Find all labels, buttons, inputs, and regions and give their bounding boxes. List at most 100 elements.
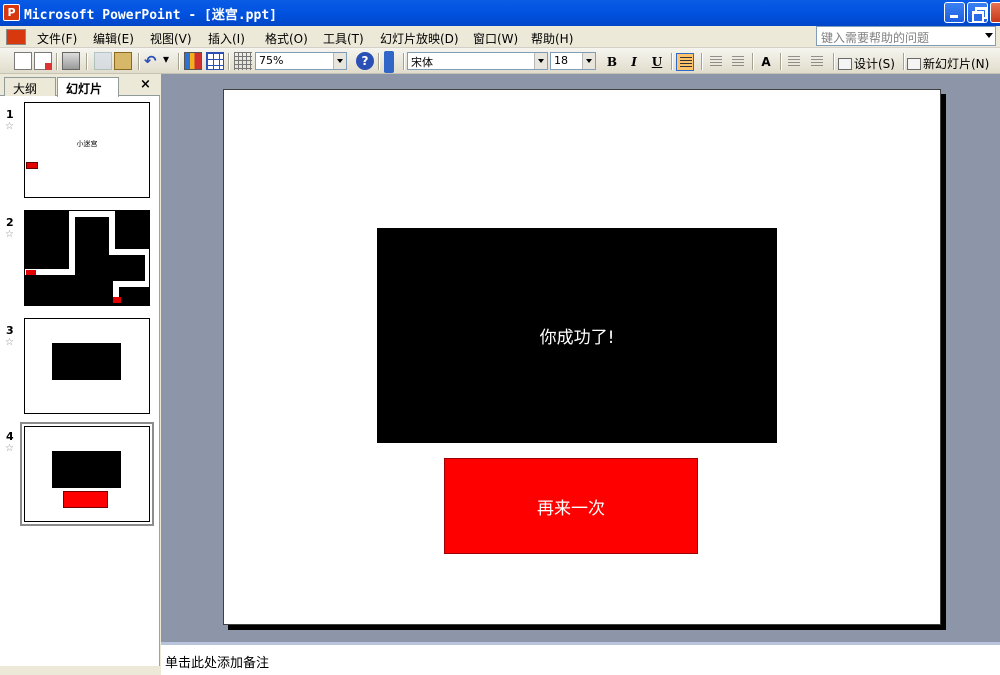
animation-star-icon: ☆ [5,337,14,348]
print-icon[interactable] [62,52,80,70]
toolbar-separator [903,53,904,70]
slide-thumbnail-2[interactable] [24,210,150,306]
pane-tabs: 大纲 幻灯片 × [0,74,160,97]
chevron-down-icon[interactable] [985,33,993,38]
new-slide-label: 新幻灯片(N) [923,57,990,71]
font-size-select[interactable]: 18 [550,52,596,70]
help-icon[interactable]: ? [356,52,374,70]
zoom-value: 75% [259,54,284,67]
font-name-value: 宋体 [411,56,433,69]
zoom-select[interactable]: 75% [255,52,347,70]
insert-chart-icon[interactable] [184,52,202,70]
align-left-icon [680,57,692,68]
increase-indent-button[interactable] [808,53,826,71]
slide-number: 3 [6,324,14,337]
slide-number: 2 [6,216,14,229]
numbered-list-icon [710,56,722,67]
toolbar-options-handle[interactable] [384,51,394,73]
new-slide-icon [907,58,921,70]
menu-tools[interactable]: 工具(T) [323,30,364,47]
design-label: 设计(S) [854,57,895,71]
menu-view[interactable]: 视图(V) [150,30,192,47]
vertical-scrollbar[interactable] [941,74,1000,642]
toolbar-separator [56,53,57,70]
chevron-down-icon[interactable] [582,53,595,69]
animation-star-icon: ☆ [5,229,14,240]
bullet-list-button[interactable] [729,53,747,71]
toolbar-separator [752,53,753,70]
close-window-button[interactable] [990,2,1000,23]
help-question-input[interactable]: 键入需要帮助的问题 [816,26,996,46]
decrease-indent-icon [788,56,800,67]
toolbar-separator [178,53,179,70]
thumb-red-button [63,491,108,508]
title-bar: P Microsoft PowerPoint - [迷宫.ppt] [0,0,1000,26]
slide-number: 1 [6,108,14,121]
powerpoint-app-icon[interactable]: P [3,4,20,21]
align-left-button[interactable] [676,53,694,71]
thumb-title: 小迷宫 [76,140,98,148]
toolbar-separator [701,53,702,70]
toolbar-separator [228,53,229,70]
design-button[interactable]: 设计(S) [838,55,895,72]
thumb-black-box [52,343,121,380]
view-buttons[interactable] [0,666,160,675]
menu-format[interactable]: 格式(O) [265,30,308,47]
maze-thumbnail [25,211,149,303]
tab-slides[interactable]: 幻灯片 [57,77,119,97]
insert-table-icon[interactable] [206,52,224,70]
window-title: Microsoft PowerPoint - [迷宫.ppt] [24,8,277,23]
notes-pane[interactable]: 单击此处添加备注 [161,642,1000,675]
font-name-select[interactable]: 宋体 [407,52,548,70]
toolbar-separator [138,53,139,70]
thumb-black-box [52,451,121,488]
menu-window[interactable]: 窗口(W) [473,30,518,47]
menu-edit[interactable]: 编辑(E) [93,30,134,47]
toolbar-separator [671,53,672,70]
toolbar-separator [833,53,834,70]
slide-thumbnail-1[interactable]: 小迷宫 [24,102,150,198]
paste-icon[interactable] [114,52,132,70]
restore-button[interactable] [967,2,988,23]
bold-button[interactable]: B [603,53,621,71]
document-menu-icon[interactable] [6,29,26,45]
italic-button[interactable]: I [625,53,643,71]
tab-outline[interactable]: 大纲 [4,77,56,96]
animation-star-icon: ☆ [5,121,14,132]
underline-button[interactable]: U [648,53,666,71]
new-slide-button[interactable]: 新幻灯片(N) [907,55,989,72]
new-document-icon[interactable] [14,52,32,70]
menu-help[interactable]: 帮助(H) [531,30,573,47]
toolbar-separator [86,53,87,70]
success-text-box[interactable]: 你成功了! [377,228,777,443]
bullet-list-icon [732,56,744,67]
undo-icon[interactable]: ↶ [144,52,162,70]
toolbar-separator [378,53,379,70]
slide-thumbnail-3[interactable] [24,318,150,414]
menu-slideshow[interactable]: 幻灯片放映(D) [380,30,459,47]
copy-icon[interactable] [94,52,112,70]
design-icon [838,58,852,70]
retry-button[interactable]: 再来一次 [444,458,698,554]
minimize-button[interactable] [944,2,965,23]
numbered-list-button[interactable] [707,53,725,71]
notes-placeholder: 单击此处添加备注 [165,656,270,671]
menu-file[interactable]: 文件(F) [37,30,77,47]
close-pane-icon[interactable]: × [140,77,151,92]
slide-thumbnail-4[interactable] [24,426,150,522]
chevron-down-icon[interactable] [333,53,346,69]
increase-indent-icon [811,56,823,67]
font-size-value: 18 [554,54,568,67]
increase-font-size-button[interactable]: A [757,53,775,71]
help-question-placeholder: 键入需要帮助的问题 [821,31,930,45]
animation-star-icon: ☆ [5,443,14,454]
decrease-indent-button[interactable] [785,53,803,71]
show-grid-icon[interactable] [234,52,252,70]
chevron-down-icon[interactable] [534,53,547,69]
open-file-icon[interactable] [34,52,52,70]
menu-insert[interactable]: 插入(I) [208,30,245,47]
undo-dropdown-icon[interactable]: ▾ [163,52,171,70]
thumb-red-start [26,162,38,169]
toolbar-separator [780,53,781,70]
current-slide[interactable]: 你成功了! 再来一次 [223,89,941,625]
